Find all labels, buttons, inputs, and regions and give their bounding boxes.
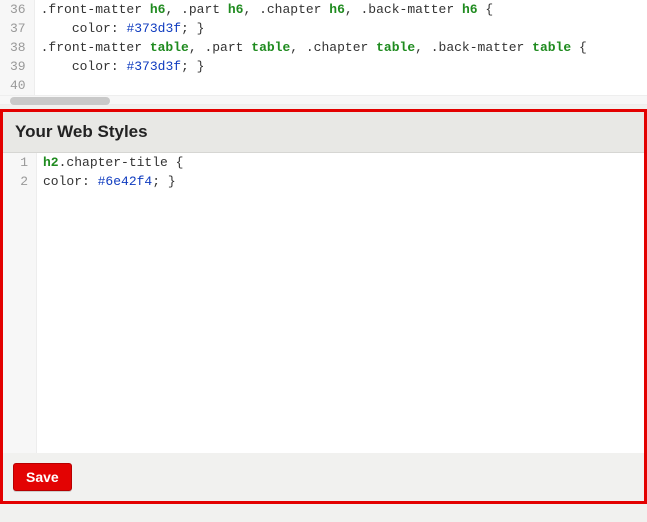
- theme-css-lines: .front-matter h6, .part h6, .chapter h6,…: [35, 0, 647, 95]
- code-token: , .chapter: [290, 40, 376, 55]
- custom-styles-panel: Your Web Styles 12 h2.chapter-title { co…: [0, 109, 647, 504]
- custom-css-gutter: 12: [3, 153, 37, 453]
- code-line: h2.chapter-title {: [43, 153, 638, 172]
- theme-css-gutter: 3637383940: [0, 0, 35, 95]
- code-token: table: [532, 40, 571, 55]
- code-token: color:: [41, 21, 127, 36]
- line-number: 36: [10, 0, 26, 19]
- theme-css-editor: 3637383940 .front-matter h6, .part h6, .…: [0, 0, 647, 95]
- code-token: .chapter-title {: [59, 155, 184, 170]
- code-token: , .back-matter: [415, 40, 532, 55]
- code-token: , .part: [189, 40, 251, 55]
- code-token: table: [251, 40, 290, 55]
- code-token: color:: [41, 59, 127, 74]
- code-line: color: #373d3f; }: [41, 19, 641, 38]
- code-token: h6: [462, 2, 478, 17]
- code-token: h6: [329, 2, 345, 17]
- custom-css-lines[interactable]: h2.chapter-title { color: #6e42f4; }: [37, 153, 644, 453]
- line-number: 39: [10, 57, 26, 76]
- code-token: h2: [43, 155, 59, 170]
- code-token: ; }: [152, 174, 175, 189]
- custom-css-editor[interactable]: 12 h2.chapter-title { color: #6e42f4; }: [3, 153, 644, 453]
- code-token: #373d3f: [126, 21, 181, 36]
- code-token: ; }: [181, 59, 204, 74]
- code-line: .front-matter table, .part table, .chapt…: [41, 38, 641, 57]
- code-line: [41, 76, 641, 95]
- code-token: h6: [150, 2, 166, 17]
- code-token: , .chapter: [243, 2, 329, 17]
- panel-title: Your Web Styles: [3, 112, 644, 153]
- code-token: .front-matter: [41, 40, 150, 55]
- code-token: , .back-matter: [345, 2, 462, 17]
- save-button[interactable]: Save: [13, 463, 72, 491]
- horizontal-scrollbar-thumb[interactable]: [10, 97, 110, 105]
- code-token: color:: [43, 174, 98, 189]
- code-token: h6: [228, 2, 244, 17]
- line-number: 1: [13, 153, 28, 172]
- code-token: table: [150, 40, 189, 55]
- code-token: , .part: [165, 2, 227, 17]
- code-token: .front-matter: [41, 2, 150, 17]
- code-line: color: #373d3f; }: [41, 57, 641, 76]
- code-line: color: #6e42f4; }: [43, 172, 638, 191]
- code-token: table: [376, 40, 415, 55]
- line-number: 2: [13, 172, 28, 191]
- line-number: 40: [10, 76, 26, 95]
- code-token: #373d3f: [126, 59, 181, 74]
- horizontal-scrollbar[interactable]: [0, 95, 647, 105]
- code-token: {: [478, 2, 494, 17]
- line-number: 37: [10, 19, 26, 38]
- code-token: {: [571, 40, 587, 55]
- line-number: 38: [10, 38, 26, 57]
- panel-footer: Save: [3, 453, 644, 501]
- code-token: #6e42f4: [98, 174, 153, 189]
- code-token: ; }: [181, 21, 204, 36]
- code-line: .front-matter h6, .part h6, .chapter h6,…: [41, 0, 641, 19]
